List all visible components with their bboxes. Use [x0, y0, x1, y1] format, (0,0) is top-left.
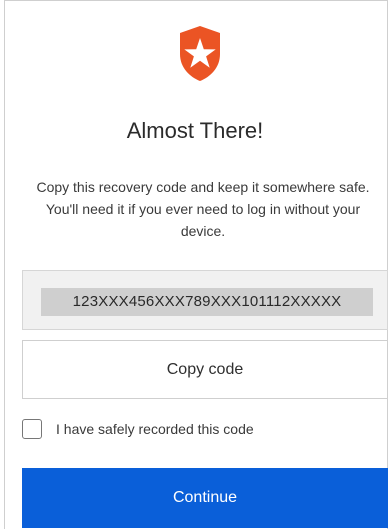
recovery-code-value[interactable]: 123XXX456XXX789XXX101112XXXXX [41, 288, 373, 316]
instructions-text: Copy this recovery code and keep it some… [36, 179, 370, 239]
recovery-code-box: 123XXX456XXX789XXX101112XXXXX [22, 270, 388, 330]
confirm-recorded-checkbox[interactable] [22, 419, 42, 439]
page-title: Almost There! [126, 118, 264, 143]
copy-code-button[interactable]: Copy code [22, 340, 388, 399]
auth0-logo-icon [180, 26, 220, 81]
confirm-recorded-label[interactable]: I have safely recorded this code [56, 421, 254, 437]
continue-button[interactable]: Continue [22, 468, 388, 528]
confirm-recorded-row[interactable]: I have safely recorded this code [22, 418, 382, 442]
